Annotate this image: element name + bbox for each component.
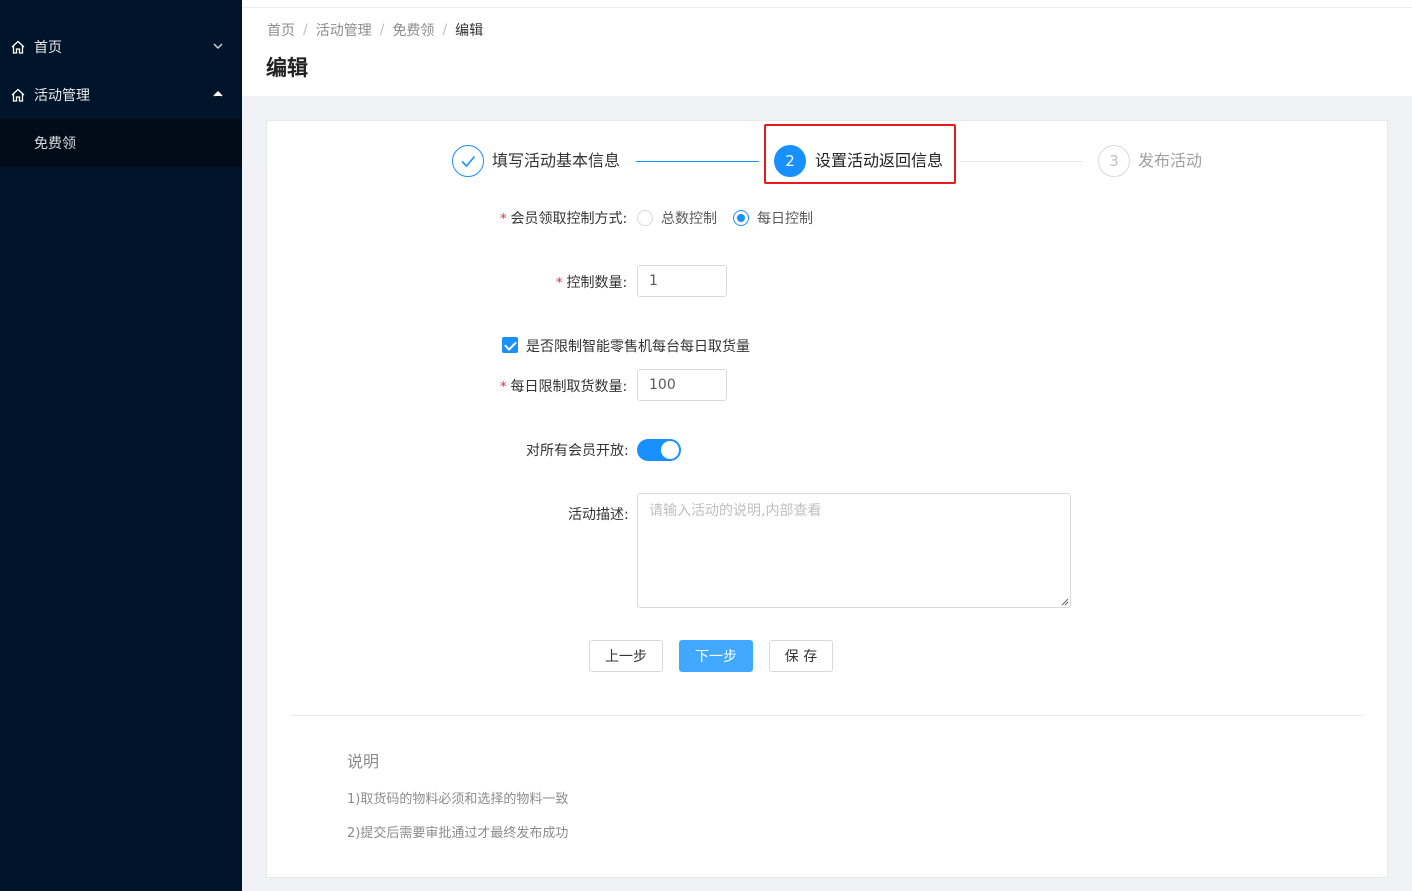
sidebar-item-label: 免费领 xyxy=(34,136,76,152)
breadcrumb-home[interactable]: 首页 xyxy=(267,20,295,40)
required-asterisk: * xyxy=(556,276,563,291)
step-3-number: 3 xyxy=(1098,145,1130,177)
description-textarea[interactable]: 请输入活动的说明,内部查看 xyxy=(637,493,1071,608)
chevron-down-icon xyxy=(213,43,223,50)
radio-total-control-label[interactable]: 总数控制 xyxy=(661,208,717,228)
required-asterisk: * xyxy=(500,212,507,227)
daily-limit-input[interactable]: 100 xyxy=(637,369,727,401)
sidebar-item-free-claim[interactable]: 免费领 xyxy=(0,119,242,167)
sidebar-item-label: 首页 xyxy=(34,40,62,56)
required-asterisk: * xyxy=(500,380,507,395)
home-icon xyxy=(11,88,25,102)
limit-machine-checkbox[interactable] xyxy=(502,337,518,353)
highlight-annotation-box xyxy=(764,124,956,184)
breadcrumb-free-claim[interactable]: 免费领 xyxy=(392,20,434,40)
step-connector xyxy=(959,161,1083,162)
control-mode-label-text: 会员领取控制方式: xyxy=(510,211,628,227)
sidebar-item-label: 活动管理 xyxy=(34,88,90,104)
top-bar xyxy=(242,0,1412,8)
radio-daily-control-label[interactable]: 每日控制 xyxy=(757,208,813,228)
section-divider xyxy=(291,715,1363,716)
sidebar-item-activity-management[interactable]: 活动管理 xyxy=(0,71,242,119)
sidebar-item-home[interactable]: 首页 xyxy=(0,23,242,71)
chevron-up-icon xyxy=(213,90,223,97)
sidebar: 首页 活动管理 免费领 xyxy=(0,0,242,891)
description-label: 活动描述: xyxy=(568,507,629,523)
control-quantity-label: * 控制数量: xyxy=(556,272,627,292)
note-line: 2)提交后需要审批通过才最终发布成功 xyxy=(347,826,569,841)
breadcrumb-separator: / xyxy=(303,22,308,38)
radio-daily-control[interactable] xyxy=(733,210,749,226)
breadcrumb-separator: / xyxy=(379,22,385,38)
prev-step-button[interactable]: 上一步 xyxy=(589,640,663,672)
check-icon xyxy=(461,155,476,168)
step-3-title: 发布活动 xyxy=(1138,151,1203,170)
page-header: 首页 / 活动管理 / 免费领 / 编辑 编辑 xyxy=(242,8,1412,96)
radio-total-control[interactable] xyxy=(637,210,653,226)
daily-limit-label-text: 每日限制取货数量: xyxy=(510,379,628,395)
breadcrumb-separator: / xyxy=(442,22,448,38)
next-step-button[interactable]: 下一步 xyxy=(679,640,753,672)
note-line: 1)取货码的物料必须和选择的物料一致 xyxy=(347,792,569,807)
step-connector xyxy=(636,161,759,162)
control-quantity-label-text: 控制数量: xyxy=(566,275,628,291)
step-1-title: 填写活动基本信息 xyxy=(492,151,621,170)
open-to-all-label: 对所有会员开放: xyxy=(526,443,629,459)
control-quantity-input[interactable]: 1 xyxy=(637,265,727,297)
limit-machine-label[interactable]: 是否限制智能零售机每台每日取货量 xyxy=(526,336,750,356)
home-icon xyxy=(11,40,25,54)
breadcrumb: 首页 / 活动管理 / 免费领 / 编辑 xyxy=(267,20,483,40)
form-card: 填写活动基本信息 2 设置活动返回信息 3 发布活动 * 会员领取控制方式: 总数… xyxy=(266,120,1388,878)
resize-grip-icon[interactable] xyxy=(1061,598,1069,606)
step-1-check-icon xyxy=(452,145,484,177)
page-title: 编辑 xyxy=(266,56,308,80)
notes-title: 说明 xyxy=(347,752,380,771)
breadcrumb-current: 编辑 xyxy=(455,23,484,39)
daily-limit-label: * 每日限制取货数量: xyxy=(500,376,627,396)
open-to-all-switch[interactable] xyxy=(637,439,681,461)
breadcrumb-activity-management[interactable]: 活动管理 xyxy=(316,20,372,40)
save-button[interactable]: 保 存 xyxy=(769,640,833,672)
control-mode-label: * 会员领取控制方式: xyxy=(500,208,627,228)
